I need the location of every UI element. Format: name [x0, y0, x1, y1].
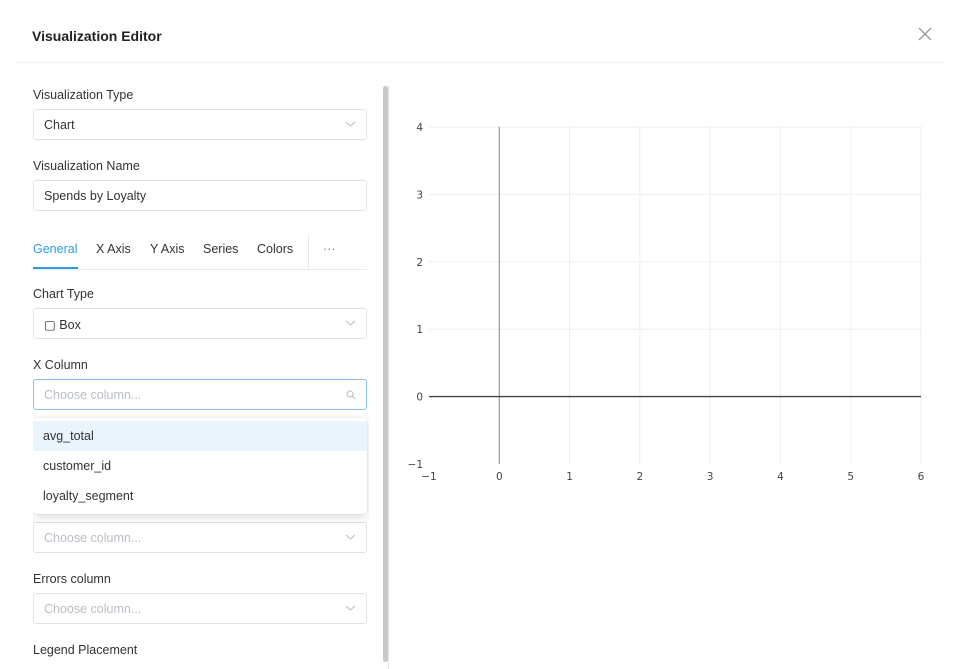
x-column-label: X Column — [33, 358, 88, 372]
tab-general[interactable]: General — [33, 242, 77, 256]
viz-type-select[interactable]: Chart — [33, 109, 367, 140]
x-tick-label: 1 — [566, 471, 573, 483]
y-tick-label: −1 — [408, 459, 423, 471]
x-tick-label: 5 — [847, 471, 854, 483]
viz-name-value: Spends by Loyalty — [44, 189, 147, 203]
chart-type-select[interactable]: ▢ Box — [33, 308, 367, 339]
x-tick-labels: −1 0 1 2 3 4 5 6 — [421, 471, 924, 483]
y-tick-label: 3 — [416, 189, 423, 201]
y-tick-label: 4 — [416, 122, 423, 134]
list-item[interactable]: avg_total — [33, 421, 367, 451]
dialog-header: Visualization Editor — [16, 0, 943, 63]
option-label: customer_id — [43, 459, 112, 473]
x-column-dropdown: avg_total customer_id loyalty_segment — [33, 418, 367, 514]
tab-more[interactable]: ··· — [323, 242, 336, 256]
scrollbar[interactable] — [383, 86, 388, 662]
editor-panel: Visualization Type Chart Visualization N… — [33, 62, 369, 669]
x-tick-label: 6 — [918, 471, 925, 483]
x-tick-label: 0 — [496, 471, 503, 483]
viz-type-value: Chart — [44, 118, 75, 132]
axes — [429, 127, 921, 464]
close-icon[interactable] — [915, 24, 935, 44]
tab-series[interactable]: Series — [203, 242, 238, 256]
chart-preview: −1 0 1 2 3 4 5 6 −1 0 1 2 3 4 — [408, 122, 925, 483]
chart-type-value: ▢ Box — [44, 318, 81, 332]
tab-x-axis[interactable]: X Axis — [96, 242, 131, 256]
y-tick-label: 2 — [416, 257, 423, 269]
editor-tabs: General X Axis Y Axis Series Colors ··· — [33, 234, 367, 270]
x-tick-label: 3 — [707, 471, 714, 483]
list-item[interactable]: loyalty_segment — [33, 481, 367, 511]
tab-colors[interactable]: Colors — [257, 242, 293, 256]
y-column-placeholder: Choose column... — [44, 531, 142, 545]
viz-name-input[interactable]: Spends by Loyalty — [33, 180, 367, 211]
tab-y-axis[interactable]: Y Axis — [150, 242, 185, 256]
option-label: loyalty_segment — [43, 489, 134, 503]
grid-lines — [429, 126, 922, 464]
chevron-down-icon — [345, 534, 356, 540]
x-column-placeholder: Choose column... — [44, 388, 142, 402]
y-tick-label: 1 — [416, 324, 423, 336]
errors-column-select[interactable]: Choose column... — [33, 593, 367, 624]
tab-separator — [308, 234, 309, 269]
search-icon — [346, 390, 356, 400]
scroll-track — [388, 86, 389, 669]
y-tick-labels: −1 0 1 2 3 4 — [408, 122, 424, 471]
chevron-down-icon — [345, 121, 356, 127]
option-label: avg_total — [43, 429, 94, 443]
y-column-select[interactable]: Choose column... — [33, 522, 367, 553]
viz-type-label: Visualization Type — [33, 88, 134, 102]
x-tick-label: −1 — [421, 471, 436, 483]
dialog-title: Visualization Editor — [32, 28, 162, 44]
chevron-down-icon — [345, 605, 356, 611]
x-tick-label: 4 — [777, 471, 784, 483]
errors-column-placeholder: Choose column... — [44, 602, 142, 616]
active-tab-indicator — [33, 267, 78, 269]
viz-name-label: Visualization Name — [33, 159, 140, 173]
errors-column-label: Errors column — [33, 572, 111, 586]
y-tick-label: 0 — [416, 392, 423, 404]
chart-type-label: Chart Type — [33, 287, 94, 301]
list-item[interactable]: customer_id — [33, 451, 367, 481]
chevron-down-icon — [345, 320, 356, 326]
x-column-select[interactable]: Choose column... — [33, 379, 367, 410]
legend-placement-label: Legend Placement — [33, 643, 138, 657]
x-tick-label: 2 — [637, 471, 644, 483]
